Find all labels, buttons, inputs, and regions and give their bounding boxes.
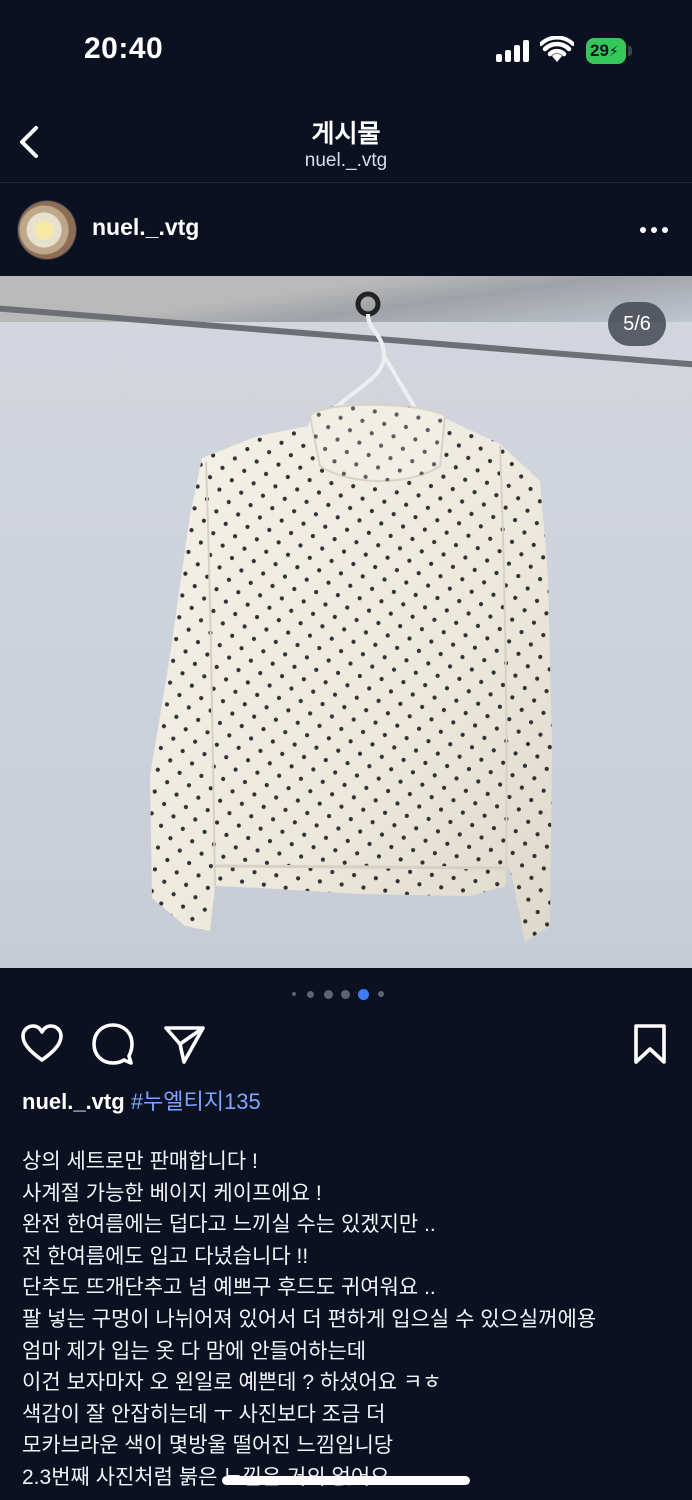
- avatar[interactable]: [18, 201, 76, 259]
- wifi-icon: [540, 36, 574, 62]
- post-actions: [0, 1018, 692, 1070]
- caption-line: 엄마 제가 입는 옷 다 맘에 안들어하는데: [22, 1339, 367, 1363]
- caption-line: 이건 보자마자 오 왼일로 예쁜데 ? 하셨어요 ㅋㅎ: [22, 1371, 442, 1395]
- post-header: 게시물 nuel._.vtg: [0, 100, 692, 183]
- battery-level: 29: [590, 41, 609, 60]
- status-bar: 20:40 29⚡: [0, 0, 692, 100]
- caption-line: 사계절 가능한 베이지 케이프에요 !: [22, 1181, 322, 1205]
- caption-line: 상의 세트로만 판매합니다 !: [22, 1150, 258, 1173]
- caption-line: 색감이 잘 안잡히는데 ㅜ 사진보다 조금 더: [22, 1402, 386, 1426]
- post-author-row: nuel._.vtg: [0, 196, 692, 266]
- battery-icon: 29⚡: [586, 38, 632, 64]
- comment-icon[interactable]: [91, 1022, 135, 1066]
- home-indicator[interactable]: [222, 1476, 470, 1485]
- author-username[interactable]: nuel._.vtg: [92, 214, 199, 241]
- caption-line: 모카브라운 색이 몇방울 떨어진 느낌입니당: [22, 1434, 394, 1458]
- sweater-photo: [150, 291, 552, 942]
- cellular-signal-icon: [496, 40, 532, 62]
- share-icon[interactable]: [162, 1022, 206, 1066]
- status-time: 20:40: [84, 32, 164, 65]
- image-counter-badge: 5/6: [608, 302, 666, 346]
- page-subtitle[interactable]: nuel._.vtg: [0, 150, 692, 172]
- bookmark-icon[interactable]: [628, 1022, 672, 1066]
- page-title: 게시물: [311, 120, 381, 148]
- caption-line: 단추도 뜨개단추고 넘 예쁘구 후드도 귀여워요 ..: [22, 1276, 436, 1300]
- caption-line: 완전 한여름에는 덥다고 느끼실 수는 있겠지만 ..: [22, 1213, 436, 1237]
- caption-text: 상의 세트로만 판매합니다 ! 사계절 가능한 베이지 케이프에요 ! 완전 한…: [22, 1146, 682, 1494]
- post-image[interactable]: 5/6: [0, 276, 692, 968]
- caption-username[interactable]: nuel._.vtg: [22, 1089, 125, 1114]
- more-horizontal-icon[interactable]: [634, 216, 674, 244]
- caption-line: 전 한여름에도 입고 다녔습니다 !!: [22, 1244, 309, 1268]
- caption-header: nuel._.vtg #누엘티지135: [22, 1084, 261, 1116]
- caption-line: 팔 넣는 구멍이 나뉘어져 있어서 더 편하게 입으실 수 있으실꺼에용: [22, 1307, 597, 1331]
- carousel-indicator: [0, 986, 692, 1002]
- heart-icon[interactable]: [20, 1022, 64, 1066]
- caption-hashtag[interactable]: #누엘티지135: [131, 1089, 261, 1114]
